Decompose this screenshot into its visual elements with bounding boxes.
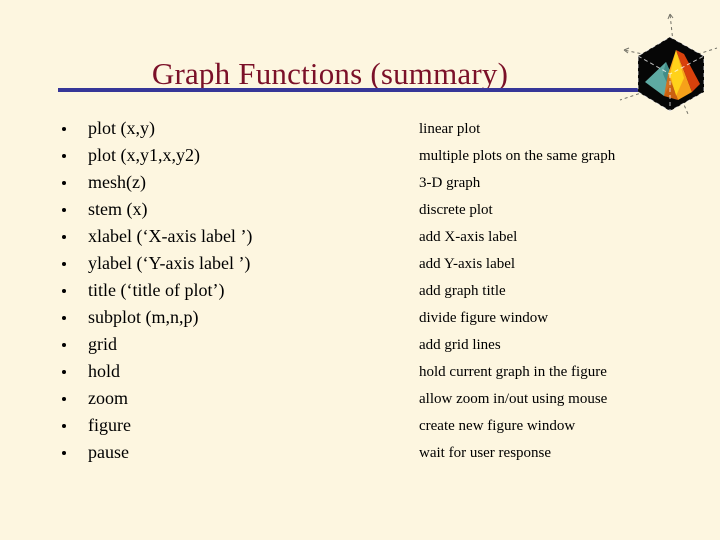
list-item: figure create new figure window bbox=[0, 413, 720, 440]
command-label: title (‘title of plot’) bbox=[88, 280, 225, 300]
command-label: grid bbox=[88, 334, 117, 354]
bullet-icon bbox=[62, 451, 66, 455]
command-label: plot (x,y1,x,y2) bbox=[88, 145, 200, 165]
command-description: allow zoom in/out using mouse bbox=[419, 391, 608, 407]
list-item: plot (x,y) linear plot bbox=[0, 116, 720, 143]
command-description: 3-D graph bbox=[419, 175, 481, 191]
command-description: add graph title bbox=[419, 283, 506, 299]
list-item: zoom allow zoom in/out using mouse bbox=[0, 386, 720, 413]
bullet-icon bbox=[62, 316, 66, 320]
command-label: plot (x,y) bbox=[88, 118, 155, 138]
command-description: discrete plot bbox=[419, 202, 493, 218]
command-description: add Y-axis label bbox=[419, 256, 516, 272]
slide-canvas: Graph Functions (summary) plot (x,y) line… bbox=[0, 0, 720, 540]
list-item: stem (x) discrete plot bbox=[0, 197, 720, 224]
command-label: pause bbox=[88, 442, 129, 462]
list-item: title (‘title of plot’) add graph title bbox=[0, 278, 720, 305]
command-label: figure bbox=[88, 415, 131, 435]
graph-functions-list: plot (x,y) linear plot plot (x,y1,x,y2) mul… bbox=[0, 116, 720, 466]
list-item: pause wait for user response bbox=[0, 440, 720, 467]
bullet-icon bbox=[62, 181, 66, 185]
bullet-icon bbox=[62, 235, 66, 239]
command-description: create new figure window bbox=[419, 418, 576, 434]
bullet-icon bbox=[62, 424, 66, 428]
bullet-icon bbox=[62, 289, 66, 293]
title-divider bbox=[58, 88, 645, 92]
command-label: xlabel (‘X-axis label ’) bbox=[88, 226, 253, 246]
command-description: linear plot bbox=[419, 121, 481, 137]
command-description: multiple plots on the same graph bbox=[419, 148, 616, 164]
command-description: divide figure window bbox=[419, 310, 549, 326]
command-description: add X-axis label bbox=[419, 229, 518, 245]
matlab-membrane-logo bbox=[618, 4, 720, 116]
command-label: hold bbox=[88, 361, 121, 381]
command-label: subplot (m,n,p) bbox=[88, 307, 199, 327]
bullet-icon bbox=[62, 208, 66, 212]
list-item: ylabel (‘Y-axis label ’) add Y-axis label bbox=[0, 251, 720, 278]
bullet-icon bbox=[62, 154, 66, 158]
bullet-icon bbox=[62, 262, 66, 266]
command-label: ylabel (‘Y-axis label ’) bbox=[88, 253, 251, 273]
command-description: hold current graph in the figure bbox=[419, 364, 607, 380]
list-item: subplot (m,n,p) divide figure window bbox=[0, 305, 720, 332]
list-item: mesh(z) 3-D graph bbox=[0, 170, 720, 197]
list-item: xlabel (‘X-axis label ’) add X-axis label bbox=[0, 224, 720, 251]
bullet-icon bbox=[62, 397, 66, 401]
command-description: add grid lines bbox=[419, 337, 501, 353]
list-item: plot (x,y1,x,y2) multiple plots on the sa… bbox=[0, 143, 720, 170]
command-label: mesh(z) bbox=[88, 172, 146, 192]
command-label: zoom bbox=[88, 388, 128, 408]
command-description: wait for user response bbox=[419, 445, 552, 461]
command-label: stem (x) bbox=[88, 199, 148, 219]
bullet-icon bbox=[62, 370, 66, 374]
bullet-icon bbox=[62, 343, 66, 347]
bullet-icon bbox=[62, 127, 66, 131]
list-item: grid add grid lines bbox=[0, 332, 720, 359]
list-item: hold hold current graph in the figure bbox=[0, 359, 720, 386]
